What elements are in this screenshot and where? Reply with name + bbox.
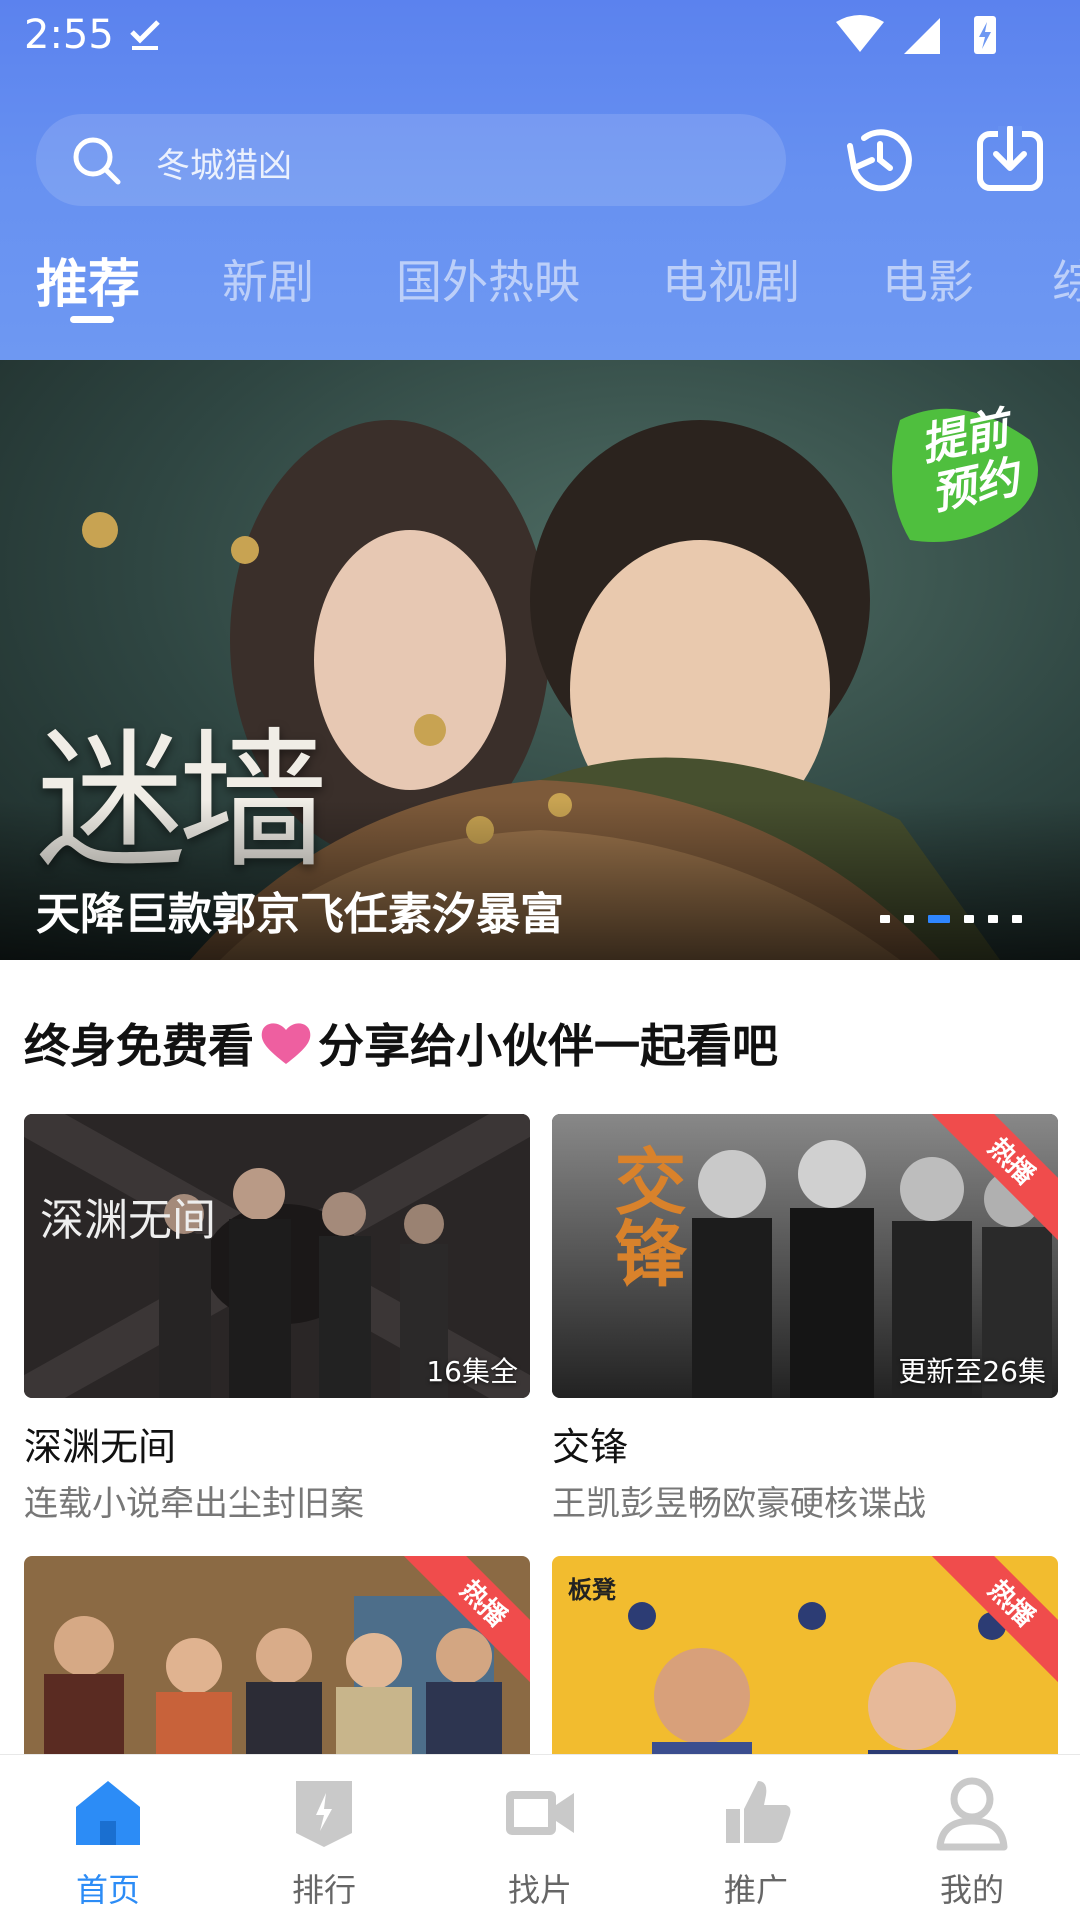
- tab-recommend[interactable]: 推荐: [36, 242, 140, 317]
- nav-label: 排行: [291, 1871, 356, 1909]
- thumbs-up-icon: [726, 1781, 791, 1843]
- card-title[interactable]: 深渊无间: [24, 1416, 176, 1471]
- user-icon: [936, 1777, 1008, 1851]
- pagination-dot: [904, 915, 914, 923]
- signal-icon: [904, 18, 940, 54]
- tab-movies[interactable]: 电影: [882, 246, 974, 312]
- card-title[interactable]: 交锋: [552, 1416, 628, 1471]
- home-icon: [76, 1781, 140, 1845]
- nav-ranking[interactable]: 排行: [244, 1773, 404, 1911]
- poster-title-text: 深渊无间: [40, 1195, 216, 1246]
- status-time: 2:55: [24, 12, 114, 58]
- nav-label: 推广: [723, 1871, 788, 1909]
- banner-caption: 天降巨款郭京飞任素汐暴富: [36, 889, 564, 940]
- drama-card[interactable]: 深渊无间 16集全 深渊无间 连载小说牵出尘封旧案: [24, 1114, 530, 1524]
- wifi-icon: [836, 15, 884, 52]
- active-tab-indicator: [70, 316, 114, 323]
- download-icon[interactable]: [976, 126, 1044, 194]
- banner-pagination: [880, 914, 1022, 924]
- card-subtitle: 连载小说牵出尘封旧案: [24, 1484, 364, 1524]
- card-thumbnail[interactable]: 板凳 热播: [552, 1556, 1058, 1754]
- poster-title-text: 板凳: [568, 1576, 616, 1604]
- search-placeholder: 冬城猎凶: [156, 146, 292, 186]
- heart-icon: [261, 1023, 311, 1064]
- card-thumbnail[interactable]: 热播: [24, 1556, 530, 1754]
- hero-banner[interactable]: 迷墙 提前预约 天降巨款郭京飞任素汐暴富: [0, 360, 1080, 960]
- search-input[interactable]: 冬城猎凶: [36, 114, 786, 206]
- tab-foreign-hits[interactable]: 国外热映: [396, 246, 580, 312]
- section-title-right: 分享给小伙伴一起看吧: [318, 1019, 778, 1073]
- nav-label: 我的: [939, 1871, 1004, 1909]
- status-bar: 2:55: [0, 0, 1080, 72]
- nav-promote[interactable]: 推广: [676, 1773, 836, 1911]
- bottom-nav: 首页 排行 找片 推广 我的: [0, 1754, 1080, 1920]
- download-complete-icon: [130, 20, 160, 50]
- tab-new-series[interactable]: 新剧: [222, 246, 314, 312]
- card-subtitle: 王凯彭昱畅欧豪硬核谍战: [552, 1484, 926, 1524]
- nav-profile[interactable]: 我的: [892, 1773, 1052, 1911]
- pagination-dot: [988, 915, 998, 923]
- drama-card[interactable]: 热播: [24, 1556, 530, 1754]
- episode-count: 16集全: [426, 1355, 518, 1388]
- pagination-dot: [880, 915, 890, 923]
- video-camera-icon: [506, 1791, 574, 1835]
- nav-home[interactable]: 首页: [28, 1773, 188, 1911]
- search-icon: [73, 137, 121, 185]
- nav-label: 找片: [507, 1871, 572, 1909]
- pagination-dot-active: [928, 915, 950, 923]
- tab-variety[interactable]: 综: [1052, 246, 1080, 312]
- header: 2:55 冬城猎凶 推荐 新剧 国外热映 电视剧 电影 综: [0, 0, 1080, 360]
- drama-card[interactable]: 板凳 热播: [552, 1556, 1058, 1754]
- nav-label: 首页: [75, 1871, 140, 1909]
- drama-card[interactable]: 交锋 热播 更新至26集 交锋 王凯彭昱畅欧豪硬核谍战: [552, 1114, 1058, 1524]
- episode-count: 更新至26集: [898, 1355, 1046, 1388]
- pagination-dot: [1012, 915, 1022, 923]
- card-thumbnail[interactable]: 深渊无间 16集全: [24, 1114, 530, 1398]
- nav-find[interactable]: 找片: [460, 1773, 620, 1911]
- tab-tv-series[interactable]: 电视剧: [662, 246, 800, 312]
- section-title-left: 终身免费看: [24, 1019, 254, 1073]
- section-title: 终身免费看 分享给小伙伴一起看吧: [24, 1010, 778, 1076]
- card-thumbnail[interactable]: 交锋 热播 更新至26集: [552, 1114, 1058, 1398]
- pagination-dot: [964, 915, 974, 923]
- category-tabs: 推荐 新剧 国外热映 电视剧 电影 综: [0, 238, 1080, 328]
- status-icons: [836, 15, 996, 54]
- history-icon[interactable]: [846, 126, 912, 192]
- ranking-icon: [296, 1781, 352, 1847]
- poster-title-text: 交锋: [602, 1144, 687, 1288]
